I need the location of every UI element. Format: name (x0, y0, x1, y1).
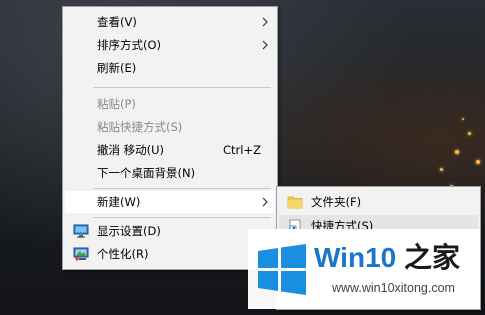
windows-logo-icon (258, 244, 306, 295)
watermark-brand: Win10 (314, 242, 397, 273)
watermark-suffix: 之家 (396, 242, 460, 273)
menu-item-label: 显示设置(D) (97, 224, 161, 238)
menu-item-refresh[interactable]: 刷新(E) (65, 57, 275, 79)
menu-item-label: 个性化(R) (97, 247, 149, 261)
menu-item-shortcut: Ctrl+Z (223, 143, 261, 157)
menu-item-label: 撤消 移动(U) (97, 143, 165, 157)
firework-spark (468, 132, 471, 135)
menu-item-label: 粘贴快捷方式(S) (97, 120, 183, 134)
menu-item-personalize[interactable]: 个性化(R) (65, 243, 275, 265)
menu-item-label: 下一个桌面背景(N) (97, 166, 196, 180)
chevron-right-icon (262, 197, 268, 207)
chevron-right-icon (262, 40, 268, 50)
submenu-item-folder[interactable]: 文件夹(F) (279, 191, 478, 213)
firework-spark (440, 168, 443, 171)
menu-item-label: 新建(W) (97, 195, 141, 209)
menu-separator (93, 188, 271, 189)
menu-item-new[interactable]: 新建(W) (65, 191, 275, 213)
menu-item-paste-shortcut[interactable]: 粘贴快捷方式(S) (65, 116, 275, 138)
firework-spark (455, 150, 459, 154)
watermark-url: www.win10xitong.com (332, 281, 455, 295)
menu-item-label: 文件夹(F) (311, 195, 362, 209)
menu-separator (93, 217, 271, 218)
menu-item-label: 排序方式(O) (97, 38, 162, 52)
firework-spark (462, 118, 464, 120)
desktop-context-menu: 查看(V) 排序方式(O) 刷新(E) 粘贴(P) 粘贴快捷方式(S) 撤消 移… (62, 6, 278, 270)
menu-item-view[interactable]: 查看(V) (65, 11, 275, 33)
menu-item-label: 刷新(E) (97, 61, 137, 75)
firework-spark (476, 160, 480, 164)
display-settings-icon (73, 224, 89, 238)
menu-item-display-settings[interactable]: 显示设置(D) (65, 220, 275, 242)
menu-item-undo-move[interactable]: 撤消 移动(U) Ctrl+Z (65, 139, 275, 161)
menu-item-sort-by[interactable]: 排序方式(O) (65, 34, 275, 56)
menu-item-paste[interactable]: 粘贴(P) (65, 93, 275, 115)
personalize-icon (73, 247, 89, 261)
menu-item-label: 粘贴(P) (97, 97, 136, 111)
watermark-title: Win10 之家 (314, 243, 460, 273)
win10-watermark: Win10 之家 www.win10xitong.com (248, 229, 480, 309)
menu-separator (93, 87, 271, 88)
menu-item-label: 查看(V) (97, 15, 137, 29)
folder-icon (287, 196, 303, 209)
chevron-right-icon (262, 17, 268, 27)
menu-item-next-background[interactable]: 下一个桌面背景(N) (65, 162, 275, 184)
